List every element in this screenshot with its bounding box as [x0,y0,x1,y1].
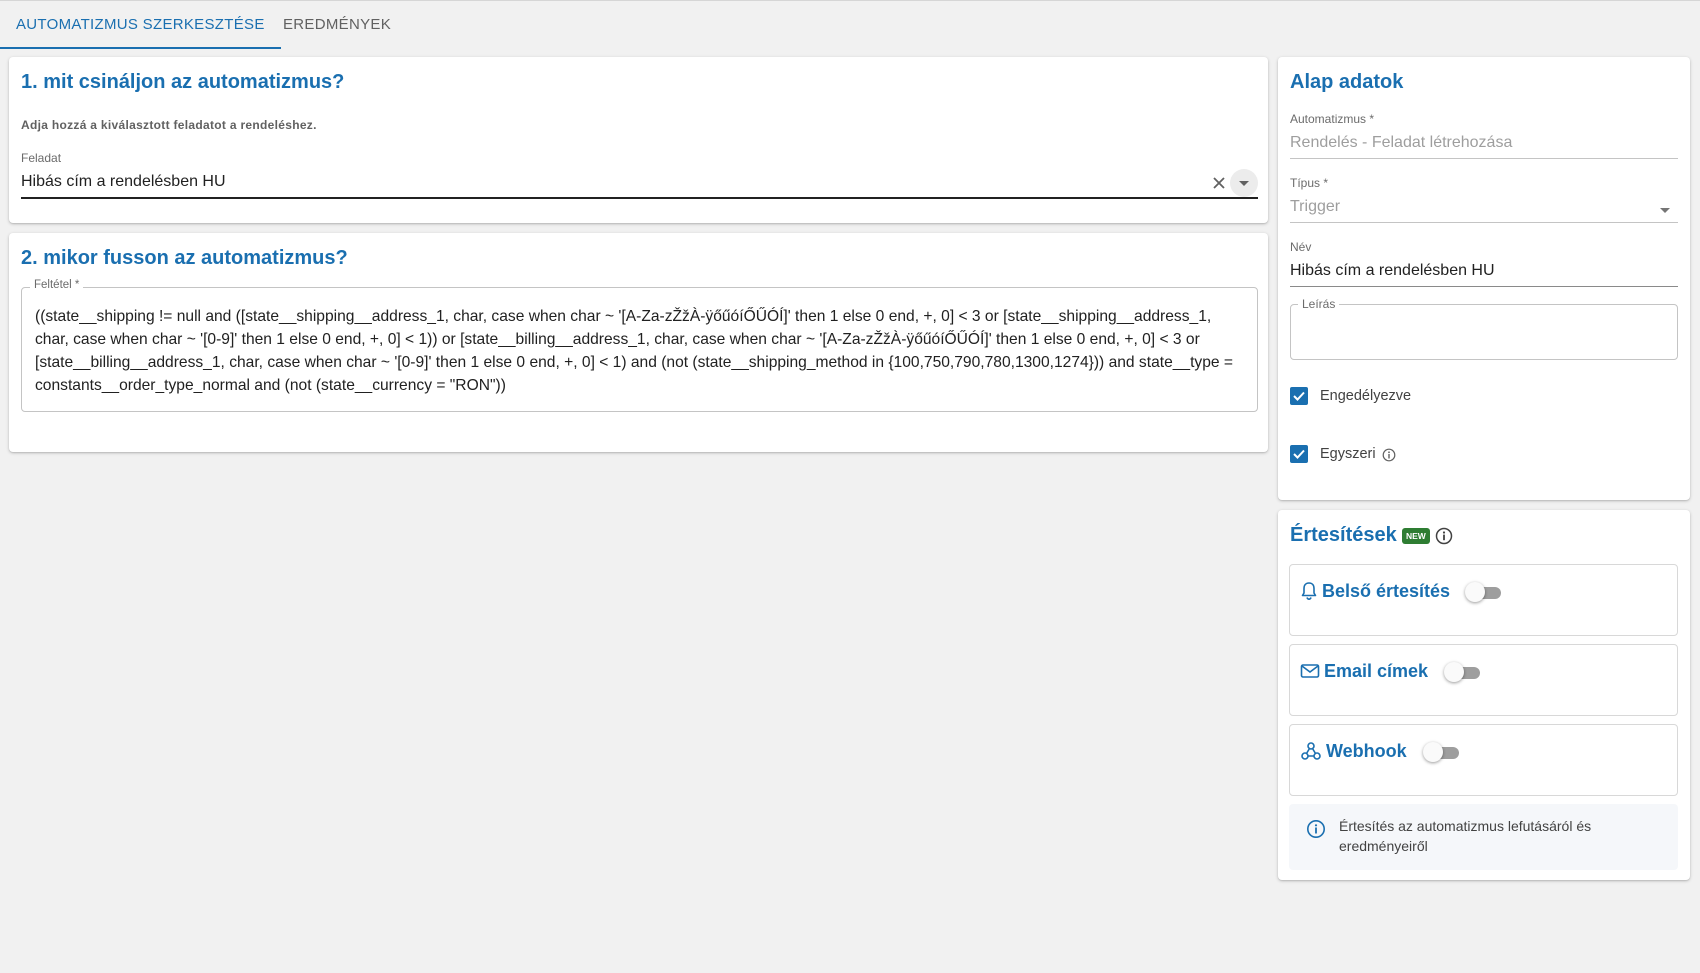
onetime-checkbox[interactable] [1290,445,1308,463]
info-icon [1306,819,1326,839]
basic-data-title: Alap adatok [1290,71,1404,93]
chevron-down-icon[interactable] [1230,169,1258,197]
condition-section-title: 2. mikor fusson az automatizmus? [21,247,348,269]
notifications-card: Értesítések NEW Belső értesítés Email cí… [1278,510,1690,880]
notification-info-alert: Értesítés az automatizmus lefutásáról és… [1289,804,1678,870]
automation-field: Rendelés - Feladat létrehozása [1290,134,1513,151]
task-select[interactable]: Hibás cím a rendelésben HU [21,173,226,191]
webhook-notification-label: Webhook [1326,741,1407,761]
tab-bar: AUTOMATIZMUS SZERKESZTÉSE EREDMÉNYEK [0,0,1700,49]
condition-field[interactable]: ((state__shipping != null and ([state__s… [21,287,1258,412]
internal-notification-label: Belső értesítés [1322,581,1451,601]
internal-notification-toggle[interactable] [1465,581,1503,603]
task-section-description: Adja hozzá a kiválasztott feladatot a re… [21,118,317,132]
notifications-title: Értesítések [1290,524,1397,546]
onetime-label: Egyszeri [1320,446,1376,462]
name-input[interactable]: Hibás cím a rendelésben HU [1290,262,1495,280]
new-badge: NEW [1402,528,1430,544]
info-icon[interactable] [1435,527,1453,545]
task-field-label: Feladat [21,151,62,165]
task-card: 1. mit csináljon az automatizmus? Adja h… [9,57,1268,223]
condition-label: Feltétel * [30,279,84,291]
tab-automation-edit[interactable]: AUTOMATIZMUS SZERKESZTÉSE [0,1,281,49]
enabled-label: Engedélyezve [1320,388,1412,404]
internal-notification-box: Belső értesítés [1289,564,1678,636]
email-notification-toggle[interactable] [1444,661,1482,683]
type-underline [1290,222,1678,223]
description-label: Leírás [1298,297,1340,311]
task-field-underline [21,197,1258,199]
close-icon[interactable] [1210,174,1228,192]
automation-label: Automatizmus * [1290,112,1375,126]
webhook-icon [1300,740,1322,762]
envelope-icon [1300,662,1320,680]
email-notification-label: Email címek [1324,661,1429,681]
tab-results[interactable]: EREDMÉNYEK [267,1,407,49]
info-icon[interactable] [1382,448,1396,462]
webhook-notification-toggle[interactable] [1423,741,1461,763]
name-label: Név [1290,240,1312,254]
automation-underline [1290,158,1678,159]
webhook-notification-box: Webhook [1289,724,1678,796]
task-section-title: 1. mit csináljon az automatizmus? [21,71,345,93]
check-icon [1293,449,1305,459]
type-select: Trigger [1290,198,1341,215]
chevron-down-icon [1655,200,1675,220]
type-label: Típus * [1290,176,1329,190]
notification-info-text: Értesítés az automatizmus lefutásáról és… [1339,818,1592,854]
description-textarea[interactable] [1290,304,1678,360]
email-notification-box: Email címek [1289,644,1678,716]
check-icon [1293,391,1305,401]
condition-value[interactable]: ((state__shipping != null and ([state__s… [35,305,1245,397]
bell-icon [1300,581,1318,601]
basic-data-card: Alap adatok Automatizmus * Rendelés - Fe… [1278,57,1690,500]
enabled-checkbox[interactable] [1290,387,1308,405]
name-underline [1290,286,1678,287]
condition-card: 2. mikor fusson az automatizmus? ((state… [9,233,1268,452]
